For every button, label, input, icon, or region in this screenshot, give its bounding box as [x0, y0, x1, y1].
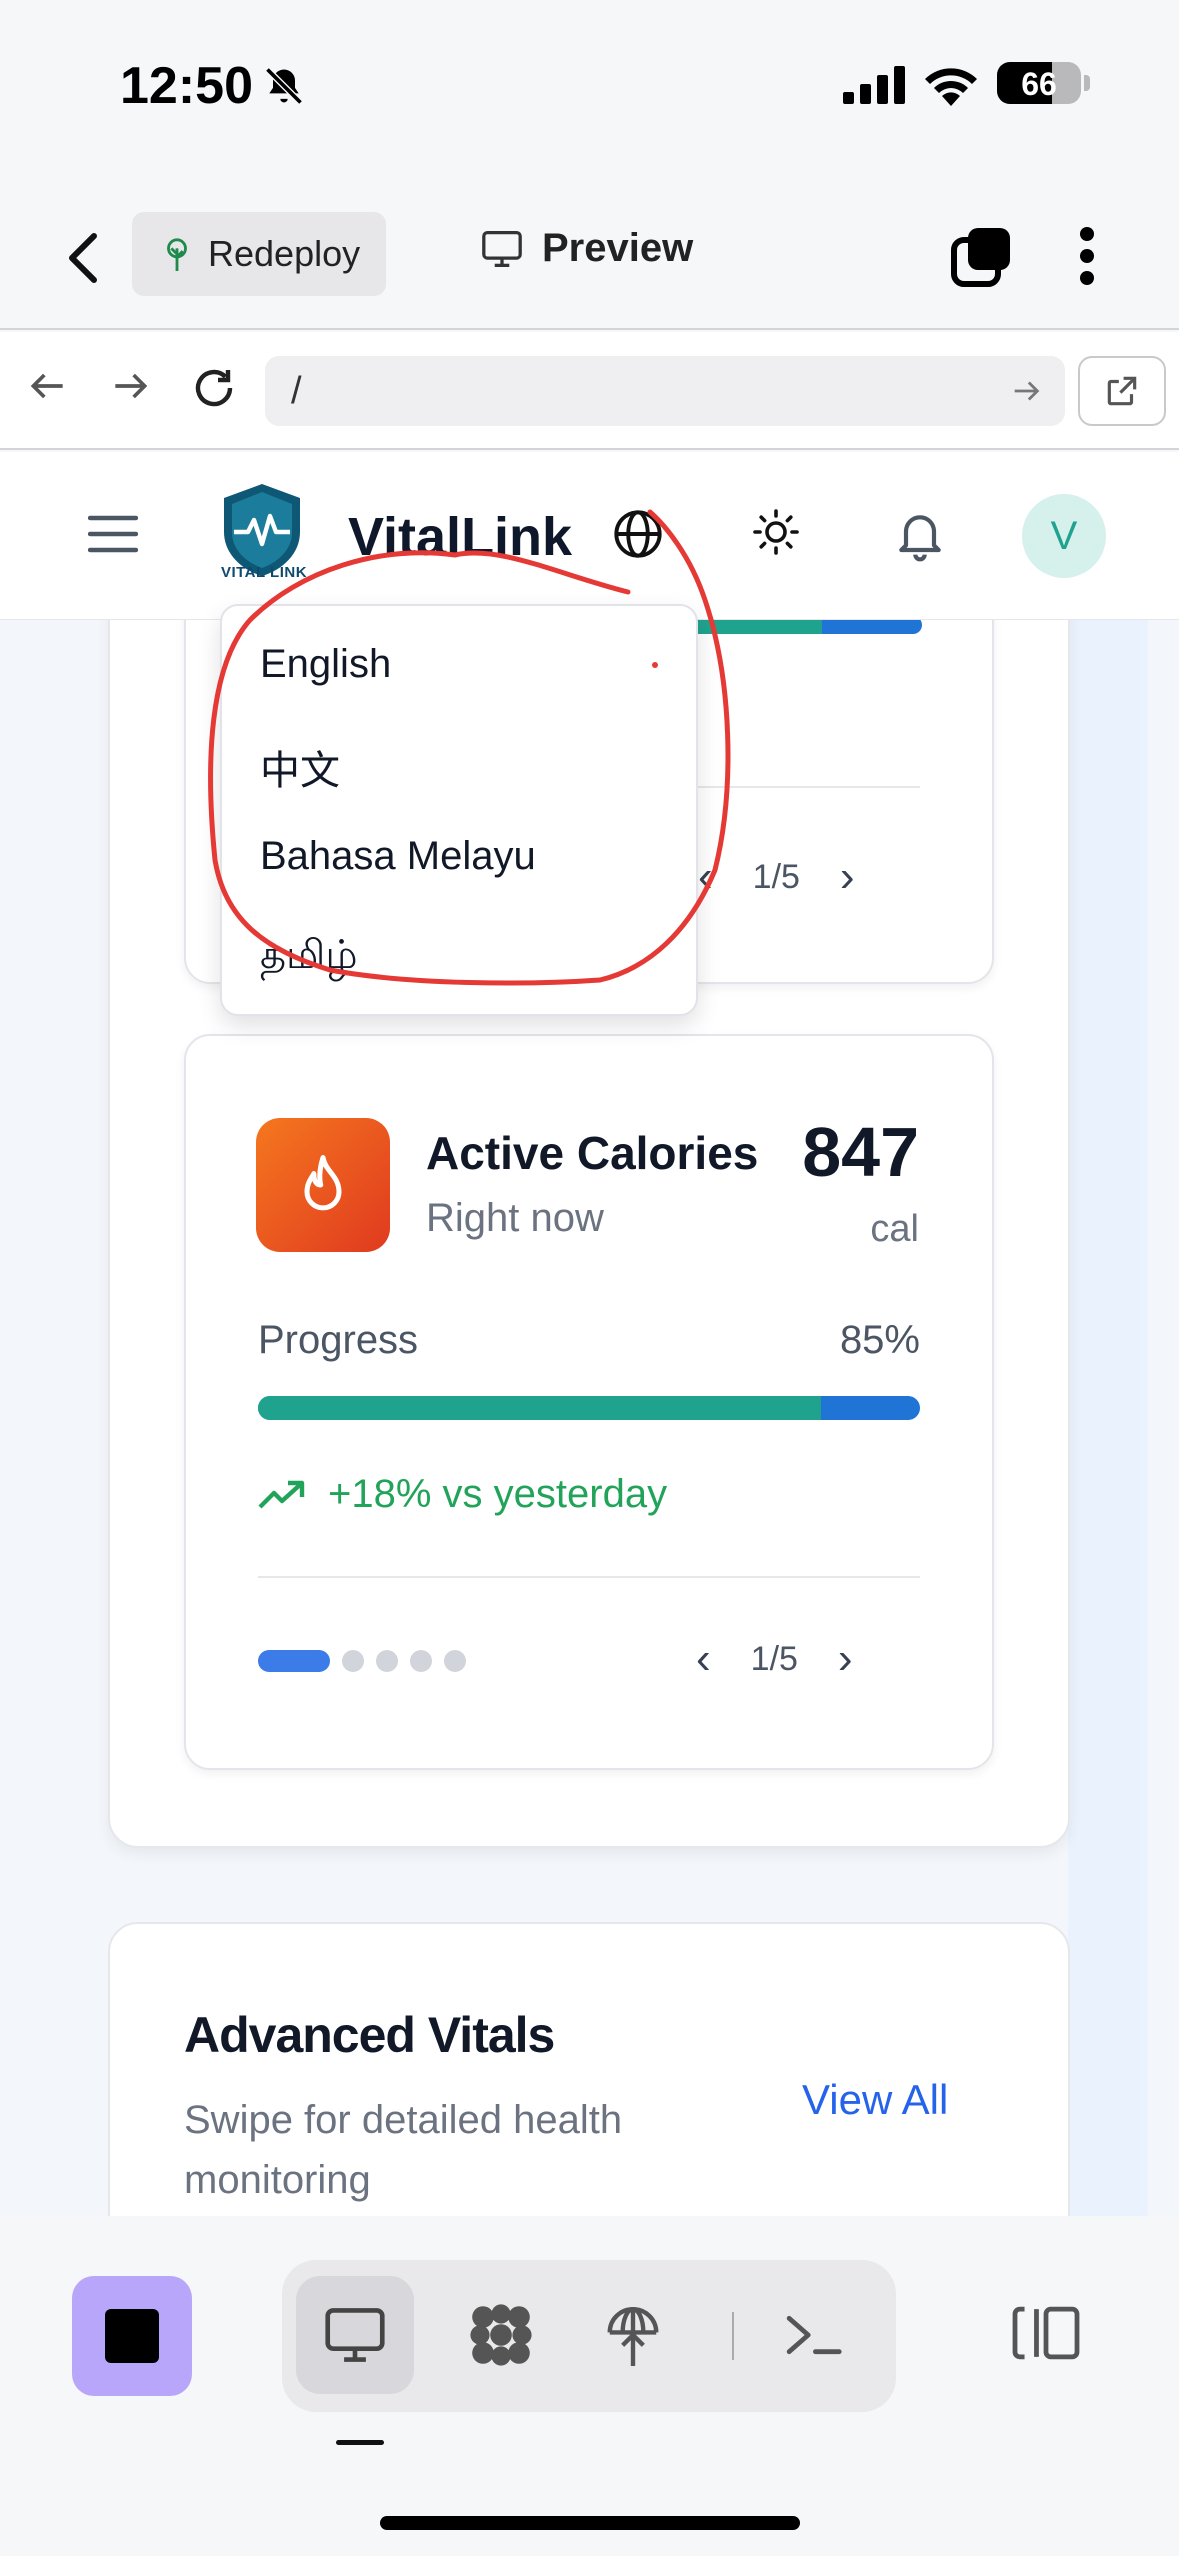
carousel-dot[interactable] — [342, 1650, 364, 1672]
sun-icon[interactable] — [752, 508, 800, 556]
redeploy-button[interactable]: Redeploy — [132, 212, 386, 296]
deploy-globe-icon — [607, 2307, 659, 2366]
cellular-signal-icon — [843, 66, 905, 104]
monitor-icon — [482, 230, 522, 267]
selected-indicator — [652, 662, 658, 668]
carousel-dot[interactable] — [410, 1650, 432, 1672]
calories-pager: ‹ 1/5 › — [696, 1634, 853, 1684]
deploy-view-button[interactable] — [574, 2276, 692, 2394]
stop-button[interactable] — [72, 2276, 192, 2396]
menu-icon[interactable] — [88, 514, 138, 554]
advanced-vitals-title: Advanced Vitals — [184, 2007, 555, 2063]
calories-progress-fill — [258, 1396, 821, 1420]
wifi-icon — [925, 68, 977, 106]
selected-tab-indicator — [336, 2440, 384, 2445]
brand-name[interactable]: VitalLink — [348, 506, 572, 568]
terminal-view-button[interactable] — [754, 2276, 872, 2394]
preview-view-button[interactable] — [296, 2276, 414, 2394]
terminal-icon — [786, 2315, 842, 2355]
progress-percent: 85% — [839, 1318, 920, 1362]
view-all-link[interactable]: View All — [802, 2076, 948, 2124]
language-option-tamil[interactable]: தமிழ் — [260, 932, 358, 983]
next-page-icon[interactable]: › — [838, 1634, 853, 1684]
go-arrow-icon[interactable] — [1009, 374, 1043, 408]
metric-subtitle: Right now — [426, 1196, 604, 1240]
app-toolbar: Redeploy Preview — [0, 190, 1179, 330]
carousel-dot[interactable] — [444, 1650, 466, 1672]
bell-icon[interactable] — [892, 508, 948, 564]
trend-row: +18% vs yesterday — [258, 1472, 667, 1517]
previous-pager: ‹ 1/5 › — [698, 852, 855, 902]
previous-page-indicator: 1/5 — [752, 857, 800, 896]
next-page-icon[interactable]: › — [840, 852, 855, 902]
arrow-left-icon[interactable] — [26, 364, 70, 408]
metric-value: 847 — [802, 1113, 919, 1191]
tabs-icon[interactable] — [950, 224, 1014, 288]
monitor-icon — [325, 2308, 385, 2362]
battery-level: 66 — [1021, 66, 1057, 102]
split-panel-icon[interactable] — [1010, 2302, 1082, 2364]
shapes-icon — [470, 2304, 532, 2366]
carousel-dot-active[interactable] — [258, 1650, 330, 1672]
language-option-chinese[interactable]: 中文 — [260, 738, 340, 796]
advanced-vitals-subtitle: Swipe for detailed health monitoring — [184, 2098, 623, 2202]
stop-square-icon — [105, 2309, 159, 2363]
globe-icon[interactable] — [612, 508, 664, 560]
more-vertical-icon[interactable] — [1072, 226, 1102, 286]
canvas-view-button[interactable] — [442, 2276, 560, 2394]
trending-up-icon — [258, 1480, 305, 1509]
open-external-button[interactable] — [1078, 356, 1166, 426]
url-input[interactable]: / — [265, 356, 1065, 426]
metric-unit: cal — [870, 1208, 919, 1250]
bell-slash-icon — [265, 67, 303, 105]
redeploy-label: Redeploy — [208, 233, 361, 274]
preview-label: Preview — [542, 226, 694, 270]
browser-url-bar: / — [0, 332, 1179, 450]
arrow-right-icon[interactable] — [108, 364, 152, 408]
site-header: VITAL LINK VitalLink V — [0, 452, 1179, 620]
carousel-dots — [258, 1650, 466, 1672]
external-link-icon — [1107, 376, 1137, 406]
battery-indicator: 66 — [997, 62, 1081, 104]
calories-icon-tile — [256, 1118, 390, 1252]
calories-page-indicator: 1/5 — [750, 1639, 798, 1678]
prev-page-icon[interactable]: ‹ — [698, 852, 713, 902]
status-bar: 12:50 66 — [0, 0, 1179, 170]
bottom-toolbar — [0, 2216, 1179, 2556]
view-switcher — [282, 2260, 896, 2412]
preview-tab[interactable]: Preview — [480, 226, 693, 271]
language-dropdown: English 中文 Bahasa Melayu தமிழ் — [220, 604, 698, 1016]
language-option-english[interactable]: English — [260, 642, 391, 687]
tree-icon — [167, 238, 187, 271]
logo-caption: VITAL LINK — [220, 564, 308, 581]
calories-progress-bar — [258, 1396, 920, 1420]
carousel-dot[interactable] — [376, 1650, 398, 1672]
reload-icon[interactable] — [190, 364, 238, 412]
user-avatar[interactable]: V — [1022, 494, 1106, 578]
language-option-malay[interactable]: Bahasa Melayu — [260, 834, 536, 879]
home-indicator — [380, 2516, 800, 2530]
metric-title: Active Calories — [426, 1127, 759, 1179]
back-chevron-icon[interactable] — [62, 230, 106, 286]
prev-page-icon[interactable]: ‹ — [696, 1634, 711, 1684]
status-time: 12:50 — [120, 57, 253, 115]
trend-text: +18% vs yesterday — [328, 1472, 668, 1516]
flame-icon — [304, 1155, 342, 1211]
progress-label: Progress — [258, 1318, 419, 1362]
url-text: / — [291, 370, 302, 412]
